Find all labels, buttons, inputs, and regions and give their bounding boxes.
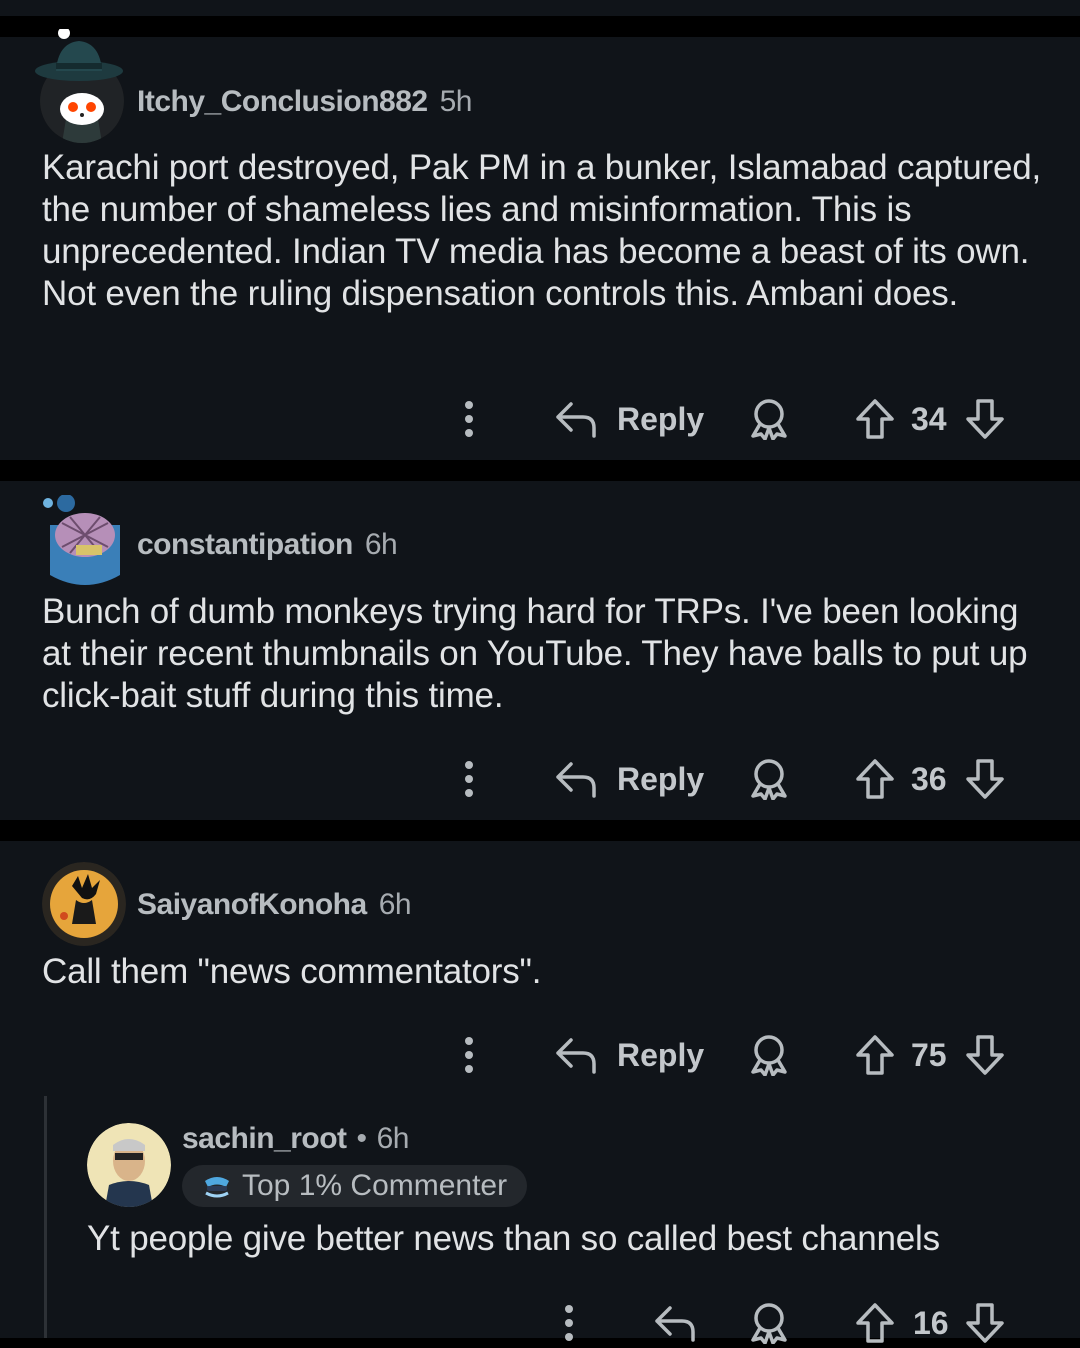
comment-meta: SaiyanofKonoha 6h (137, 888, 412, 922)
award-button[interactable] (749, 394, 789, 444)
more-options-button[interactable] (555, 1298, 583, 1348)
user-flair: Top 1% Commenter (182, 1165, 528, 1207)
award-button[interactable] (749, 1298, 789, 1348)
more-options-button[interactable] (455, 394, 483, 444)
comment-body: Karachi port destroyed, Pak PM in a bunk… (42, 148, 1042, 313)
score-value: 75 (911, 1036, 947, 1073)
comment-body: Call them "news commentators". (42, 952, 542, 991)
user-avatar[interactable] (40, 494, 130, 585)
comment-meta: Itchy_Conclusion882 5h (137, 85, 472, 119)
comment-age: 6h (378, 888, 412, 921)
username[interactable]: constantipation (137, 528, 353, 562)
vote-score: 34 (911, 394, 947, 444)
award-button[interactable] (749, 1030, 789, 1080)
downvote-button[interactable] (965, 1298, 1005, 1348)
award-button[interactable] (749, 754, 789, 804)
reply-arrow-icon (556, 1038, 596, 1074)
username[interactable]: Itchy_Conclusion882 (137, 85, 428, 119)
comment-actions: Reply 36 (0, 754, 1080, 804)
score-value: 36 (911, 760, 947, 797)
vote-score: 75 (911, 1030, 947, 1080)
reply-button[interactable]: Reply (555, 1030, 704, 1080)
downvote-button[interactable] (965, 394, 1005, 444)
reply-actions: 16 (0, 1298, 1080, 1348)
detective-hat-icon (35, 29, 123, 81)
award-icon (751, 759, 787, 800)
more-options-button[interactable] (455, 754, 483, 804)
username[interactable]: SaiyanofKonoha (137, 888, 367, 922)
reply-meta: sachin_root • 6h (182, 1122, 409, 1156)
comment-actions: Reply 75 (0, 1030, 1080, 1080)
reply-button[interactable]: Reply (555, 394, 704, 444)
reply-body: Yt people give better news than so calle… (87, 1219, 940, 1258)
comment-body: Bunch of dumb monkeys trying hard for TR… (42, 592, 1028, 715)
comment-actions: Reply 34 (0, 394, 1080, 444)
upvote-arrow-icon (856, 1035, 894, 1075)
flair-label: Top 1% Commenter (242, 1169, 508, 1202)
downvote-button[interactable] (965, 754, 1005, 804)
upvote-button[interactable] (855, 754, 895, 804)
comment-age: 5h (439, 85, 473, 118)
award-icon (751, 399, 787, 440)
meta-separator: • (356, 1122, 368, 1155)
reply-arrow-icon (556, 402, 596, 438)
more-vertical-icon (465, 401, 473, 437)
more-vertical-icon (465, 1037, 473, 1073)
reply-label: Reply (617, 1036, 705, 1073)
reply-button[interactable]: Reply (555, 754, 704, 804)
reply-user-avatar[interactable] (87, 1123, 171, 1207)
upvote-button[interactable] (855, 394, 895, 444)
reply-arrow-icon (655, 1306, 695, 1342)
top-strip (0, 0, 1080, 16)
reply-button[interactable] (654, 1298, 696, 1348)
score-value: 16 (913, 1304, 949, 1341)
score-value: 34 (911, 400, 947, 437)
comment-age: 6h (364, 528, 398, 561)
downvote-arrow-icon (966, 1035, 1004, 1075)
downvote-arrow-icon (966, 399, 1004, 439)
vote-score: 16 (913, 1298, 949, 1348)
upvote-arrow-icon (856, 399, 894, 439)
comment-card: Itchy_Conclusion882 5h Karachi port dest… (0, 29, 1080, 460)
more-vertical-icon (465, 761, 473, 797)
reply-username[interactable]: sachin_root (182, 1122, 347, 1156)
reply-arrow-icon (556, 762, 596, 798)
award-icon (751, 1035, 787, 1076)
comment-meta: constantipation 6h (137, 528, 398, 562)
more-vertical-icon (565, 1305, 573, 1341)
downvote-arrow-icon (966, 759, 1004, 799)
more-options-button[interactable] (455, 1030, 483, 1080)
downvote-button[interactable] (965, 1030, 1005, 1080)
user-avatar[interactable] (42, 862, 126, 946)
vote-score: 36 (911, 754, 947, 804)
upvote-button[interactable] (855, 1298, 895, 1348)
comment-card: constantipation 6h Bunch of dumb monkeys… (0, 481, 1080, 820)
top-commenter-icon (205, 1177, 229, 1198)
reply-label: Reply (617, 760, 705, 797)
comment-card: SaiyanofKonoha 6h Call them "news commen… (0, 841, 1080, 1338)
reply-age: 6h (376, 1122, 410, 1155)
upvote-arrow-icon (856, 759, 894, 799)
reply-label: Reply (617, 400, 705, 437)
upvote-button[interactable] (855, 1030, 895, 1080)
